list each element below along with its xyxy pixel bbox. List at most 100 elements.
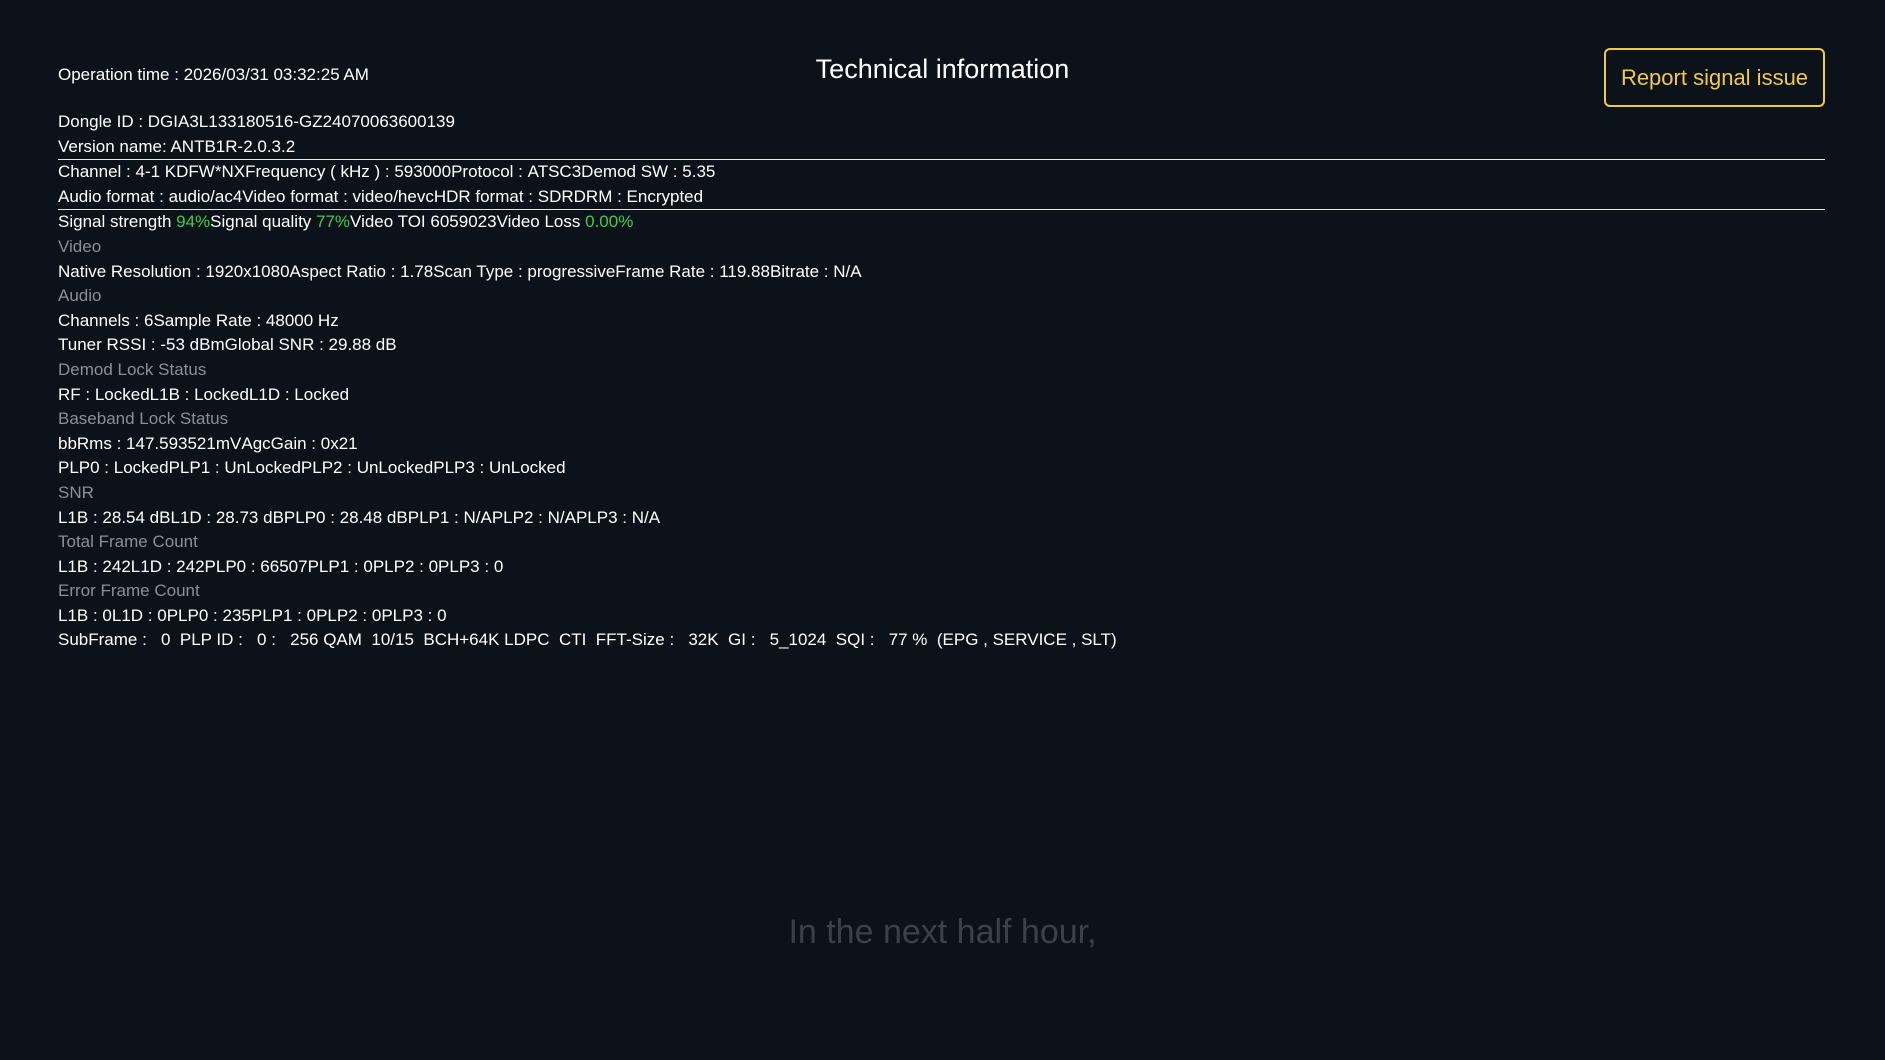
field-label: PLP3 : [438, 556, 494, 576]
field-value: Locked [94, 384, 150, 404]
field-label: Video Loss [496, 212, 586, 232]
field-value: 235 [222, 605, 251, 625]
field-value: 5.35 [682, 162, 716, 182]
field-label: Sample Rate : [153, 310, 266, 330]
field-label: Video TOI [350, 212, 431, 232]
audio-row: Channels : 6Sample Rate : 48000 Hz [58, 309, 1825, 334]
field-label: RF : [58, 384, 95, 404]
video-row: Native Resolution : 1920x1080Aspect Rati… [58, 260, 1825, 285]
field-value: 28.73 dB [215, 507, 284, 527]
field-label: PLP0 : [166, 605, 223, 625]
field-label: Audio format : [58, 186, 169, 206]
field-label: PLP2 : [316, 605, 372, 625]
field-label: Global SNR : [224, 335, 329, 355]
field-value: Encrypted [626, 186, 704, 206]
field-label: bbRms : [58, 433, 127, 453]
audio-section-header: Audio [58, 286, 102, 306]
field-value: 29.88 dB [328, 335, 397, 355]
field-value: 28.54 dB [102, 507, 171, 527]
field-label: Aspect Ratio : [289, 261, 401, 281]
field-value: Locked [194, 384, 249, 404]
field-label: PLP2 : [372, 556, 429, 576]
field-label: Scan Type : [433, 261, 528, 281]
field-value: 147.593521mV [126, 433, 242, 453]
field-label: Signal strength [58, 212, 177, 232]
field-value: 6059023 [430, 212, 497, 232]
error-frame-row: L1B : 0L1D : 0PLP0 : 235PLP1 : 0PLP2 : 0… [58, 604, 1825, 629]
field-label: PLP1 : [168, 458, 225, 478]
page-title: Technical information [815, 54, 1070, 84]
field-value: N/A [833, 261, 862, 281]
field-value: 0 [306, 605, 317, 625]
field-value: 1920x1080 [205, 261, 290, 281]
field-value: 0 [371, 605, 382, 625]
field-label: L1B : [58, 556, 103, 576]
field-label: Bitrate : [769, 261, 834, 281]
field-label: PLP2 : [300, 458, 357, 478]
field-value: Locked [294, 384, 350, 404]
field-label: L1D : [130, 556, 177, 576]
field-label: PLP1 : [307, 556, 364, 576]
field-value: 4-1 KDFW*NX [135, 162, 246, 182]
channel-row: Channel : 4-1 KDFW*NXFrequency ( kHz ) :… [58, 160, 1825, 185]
field-label: L1D : [170, 507, 216, 527]
field-label: PLP2 : [491, 507, 548, 527]
baseband-lock-section-header: Baseband Lock Status [58, 409, 229, 429]
field-label: L1B : [58, 507, 103, 527]
field-value: 242 [102, 556, 131, 576]
field-value: 48000 Hz [265, 310, 339, 330]
field-value: 0 [157, 605, 167, 625]
video-section-header: Video [58, 236, 102, 256]
demod-lock-row: RF : LockedL1B : LockedL1D : Locked [58, 383, 1825, 408]
field-value: Locked [113, 458, 169, 478]
field-value: -53 dBm [160, 335, 225, 355]
tuner-row: Tuner RSSI : -53 dBmGlobal SNR : 29.88 d… [58, 333, 1825, 358]
field-value: 0 [428, 556, 439, 576]
field-label: Tuner RSSI : [58, 335, 161, 355]
demod-lock-section-header: Demod Lock Status [58, 359, 207, 379]
field-label: L1D : [111, 605, 158, 625]
field-value: N/A [631, 507, 661, 527]
field-label: AgcGain : [241, 433, 321, 453]
error-frame-section-header: Error Frame Count [58, 581, 200, 601]
signal-row: Signal strength 94%Signal quality 77%Vid… [58, 210, 1825, 235]
field-label: PLP3 : [433, 458, 490, 478]
field-label: PLP1 : [250, 605, 307, 625]
field-label: Frequency ( kHz ) : [245, 162, 395, 182]
field-label: Native Resolution : [58, 261, 206, 281]
field-value: 66507 [260, 556, 308, 576]
total-frame-section-header: Total Frame Count [58, 532, 198, 552]
field-label: HDR format : [433, 186, 538, 206]
field-value: UnLocked [356, 458, 434, 478]
field-value: 77% [316, 212, 351, 232]
subframe-row: SubFrame : 0 PLP ID : 0 : 256 QAM 10/15 … [58, 630, 1117, 650]
subtitle-text: In the next half hour, [788, 913, 1097, 951]
format-row: Audio format : audio/ac4Video format : v… [58, 185, 1825, 211]
field-value: N/A [463, 507, 492, 527]
field-label: PLP3 : [381, 605, 438, 625]
field-value: 0 [102, 605, 112, 625]
field-value: video/hevc [352, 186, 434, 206]
technical-info-panel: Dongle ID : DGIA3L133180516-GZ2407006360… [58, 110, 1825, 653]
field-label: PLP0 : [283, 507, 340, 527]
field-value: 94% [176, 212, 211, 232]
field-label: Demod SW : [581, 162, 683, 182]
report-signal-issue-button[interactable]: Report signal issue [1604, 48, 1825, 107]
version-name: Version name: ANTB1R-2.0.3.2 [58, 135, 1825, 161]
field-value: ATSC3 [527, 162, 582, 182]
field-label: Video format : [242, 186, 353, 206]
field-value: 6 [144, 310, 154, 330]
field-value: 0 [437, 605, 447, 625]
field-label: L1B : [58, 605, 103, 625]
field-value: 28.48 dB [339, 507, 408, 527]
field-value: progressive [527, 261, 616, 281]
field-value: UnLocked [489, 458, 566, 478]
field-label: L1D : [248, 384, 295, 404]
field-value: 119.88 [719, 261, 770, 281]
field-value: 242 [176, 556, 205, 576]
field-label: Signal quality [210, 212, 317, 232]
field-label: DRM : [573, 186, 627, 206]
plp-lock-row: PLP0 : LockedPLP1 : UnLockedPLP2 : UnLoc… [58, 456, 1825, 481]
field-value: UnLocked [224, 458, 301, 478]
snr-section-header: SNR [58, 482, 94, 502]
